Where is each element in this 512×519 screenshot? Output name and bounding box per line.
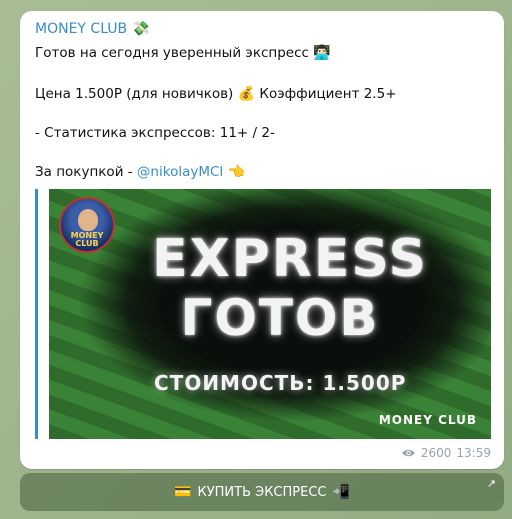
message-text-1: Готов на сегодня уверенный экспресс (35, 45, 309, 61)
sender-name[interactable]: MONEY CLUB 💸 (35, 21, 150, 37)
banner-title-ready: ГОТОВ (180, 289, 380, 347)
mention-link[interactable]: @nikolayMCl (137, 164, 223, 180)
money-bag-emoji-icon: 💰 (237, 86, 256, 102)
message-coefficient-text: Коэффициент 2.5+ (259, 86, 397, 102)
link-preview[interactable]: MONEY CLUB EXPRESS ГОТОВ СТОИМОСТЬ: 1.50… (35, 189, 491, 439)
preview-image[interactable]: MONEY CLUB EXPRESS ГОТОВ СТОИМОСТЬ: 1.50… (49, 189, 491, 439)
money-emoji-icon: 💸 (132, 21, 150, 37)
message-line-3: - Статистика экспрессов: 11+ / 2- (35, 125, 275, 141)
mobile-phone-emoji-icon: 📲 (332, 484, 350, 500)
message-meta: 2600 13:59 (401, 446, 491, 460)
message-line-1: Готов на сегодня уверенный экспресс 👨🏻‍💻 (35, 45, 331, 61)
banner-title-express: EXPRESS (152, 229, 428, 289)
message-time: 13:59 (456, 446, 491, 460)
view-count: 2600 (420, 446, 452, 460)
logo-face (78, 209, 98, 231)
technologist-emoji-icon: 👨🏻‍💻 (313, 45, 331, 61)
pointing-hand-emoji-icon: 👈 (227, 164, 245, 180)
message-line-2: Цена 1.500Р (для новичков) 💰 Коэффициент… (35, 86, 397, 102)
message-stats-text: - Статистика экспрессов: 11+ / 2- (35, 125, 275, 141)
eye-icon (401, 449, 415, 457)
external-link-arrow-icon: ↗ (486, 477, 496, 490)
sender-label[interactable]: MONEY CLUB (35, 21, 127, 37)
buy-button-label: КУПИТЬ ЭКСПРЕСС (197, 484, 327, 500)
message-price-text: Цена 1.500Р (для новичков) (35, 86, 234, 102)
message-line-4: За покупкой - @nikolayMCl 👈 (35, 164, 245, 180)
banner-brand: MONEY CLUB (378, 413, 477, 427)
buy-express-button[interactable]: 💳 КУПИТЬ ЭКСПРЕСС 📲 ↗ (20, 473, 504, 511)
credit-card-emoji-icon: 💳 (174, 484, 192, 500)
banner-price: СТОИМОСТЬ: 1.500Р (154, 371, 407, 395)
message-buy-text: За покупкой - (35, 164, 137, 180)
message-bubble: MONEY CLUB 💸 Готов на сегодня уверенный … (20, 11, 504, 469)
